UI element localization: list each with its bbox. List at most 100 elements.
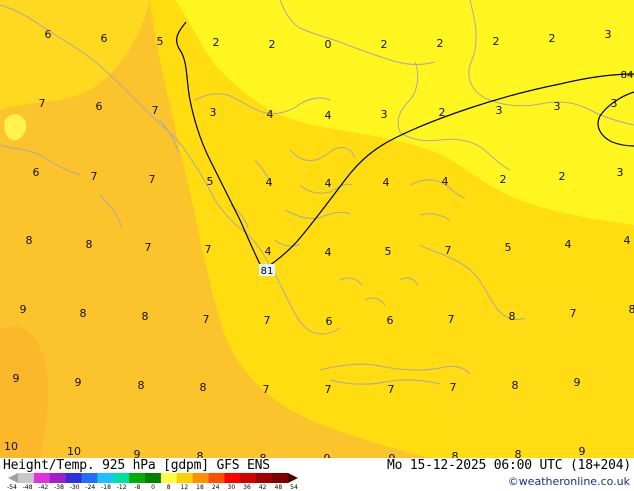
colorbar-segment — [256, 473, 272, 483]
footer-bar: Height/Temp. 925 hPa [gdpm] GFS ENS Mo 1… — [0, 458, 634, 490]
temp-label: 8 — [515, 448, 522, 458]
temp-label: 7 — [570, 307, 577, 320]
temp-label: 10 — [4, 440, 18, 453]
temp-label: 8 — [200, 381, 207, 394]
temp-label: 2 — [493, 35, 500, 48]
temp-label: 7 — [448, 313, 455, 326]
temp-label: 4 — [624, 234, 631, 247]
temp-label: 3 — [210, 106, 217, 119]
temp-label: 9 — [574, 376, 581, 389]
map-title: Height/Temp. 925 hPa [gdpm] GFS ENS — [3, 458, 270, 473]
temp-label: 7 — [205, 243, 212, 256]
temp-label: 7 — [445, 244, 452, 257]
temp-label: 6 — [96, 100, 103, 113]
temp-label: 5 — [505, 241, 512, 254]
temp-label: 2 — [213, 36, 220, 49]
temp-label: 3 — [611, 97, 618, 110]
temp-label: 5 — [157, 35, 164, 48]
temp-label: 8 — [26, 234, 33, 247]
temp-label: 2 — [437, 37, 444, 50]
temp-label: 6 — [101, 32, 108, 45]
colorbar-segment — [240, 473, 256, 483]
temp-label: 6 — [33, 166, 40, 179]
temp-label: 7 — [39, 97, 46, 110]
contour-label-81: 81 — [261, 266, 274, 277]
colorbar-left-arrow — [8, 473, 18, 483]
contour-label-84: 84 — [621, 70, 634, 81]
temp-label: 7 — [325, 383, 332, 396]
colorbar-segment — [113, 473, 129, 483]
temp-label: 2 — [559, 170, 566, 183]
temp-label: 4 — [325, 177, 332, 190]
colorbar-segment — [34, 473, 50, 483]
colorbar-segment — [209, 473, 225, 483]
temp-label: 8 — [509, 310, 516, 323]
temp-label: 8 — [197, 450, 204, 458]
temp-label: 8 — [142, 310, 149, 323]
temp-label: 6 — [387, 314, 394, 327]
temp-label: 7 — [145, 241, 152, 254]
colorbar-segment — [161, 473, 177, 483]
temp-label: 6 — [45, 28, 52, 41]
temp-label: 9 — [13, 372, 20, 385]
temp-label: 4 — [442, 175, 449, 188]
temp-label: 4 — [565, 238, 572, 251]
colorbar-segment — [193, 473, 209, 483]
temp-label: 3 — [617, 166, 624, 179]
credit-link[interactable]: ©weatheronline.co.uk — [508, 475, 630, 488]
temp-label: 10 — [67, 445, 81, 458]
colorbar-segment — [272, 473, 288, 483]
temp-label: 4 — [325, 246, 332, 259]
temp-label: 6 — [326, 315, 333, 328]
colorbar — [8, 473, 298, 483]
temp-label: 7 — [264, 314, 271, 327]
temp-label: 4 — [383, 176, 390, 189]
temp-label: 7 — [149, 173, 156, 186]
weather-map: 81 84 6 6 5 2 2 0 2 2 2 2 3 7 6 7 3 4 4 … — [0, 0, 634, 458]
colorbar-segment — [177, 473, 193, 483]
temp-label: 2 — [549, 32, 556, 45]
temp-label: 4 — [265, 245, 272, 258]
temp-label: 7 — [152, 104, 159, 117]
temp-label: 9 — [579, 445, 586, 458]
temp-label: 2 — [439, 106, 446, 119]
colorbar-right-arrow — [288, 473, 298, 483]
temp-label: 8 — [452, 450, 459, 458]
temp-label: 8 — [80, 307, 87, 320]
colorbar-segment — [82, 473, 98, 483]
temp-label: 7 — [203, 313, 210, 326]
colorbar-segment — [145, 473, 161, 483]
temp-label: 7 — [263, 383, 270, 396]
temp-label: 2 — [500, 173, 507, 186]
colorbar-segment — [129, 473, 145, 483]
colorbar-segment — [97, 473, 113, 483]
temp-label: 5 — [385, 245, 392, 258]
temp-label: 3 — [605, 28, 612, 41]
colorbar-segment — [18, 473, 34, 483]
temp-label: 3 — [496, 104, 503, 117]
temp-label: 7 — [450, 381, 457, 394]
temp-label: 8 — [138, 379, 145, 392]
colorbar-segment — [50, 473, 66, 483]
temp-label: 3 — [554, 100, 561, 113]
temp-label: 7 — [388, 383, 395, 396]
temp-label: 9 — [134, 448, 141, 458]
temp-label: 4 — [266, 176, 273, 189]
temp-label: 7 — [91, 170, 98, 183]
colorbar-segment — [224, 473, 240, 483]
temp-label: 8 — [512, 379, 519, 392]
temp-label: 0 — [325, 38, 332, 51]
colorbar-segment — [66, 473, 82, 483]
temp-label: 4 — [267, 108, 274, 121]
temp-label: 2 — [269, 38, 276, 51]
temp-label: 8 — [629, 303, 634, 316]
temp-label: 8 — [86, 238, 93, 251]
temp-label: 9 — [20, 303, 27, 316]
map-datetime: Mo 15-12-2025 06:00 UTC (18+204) — [387, 458, 631, 473]
temp-label: 3 — [381, 108, 388, 121]
field-mid-south — [430, 292, 634, 458]
temp-label: 5 — [207, 175, 214, 188]
temp-label: 2 — [381, 38, 388, 51]
temp-label: 4 — [325, 109, 332, 122]
temp-label: 9 — [75, 376, 82, 389]
